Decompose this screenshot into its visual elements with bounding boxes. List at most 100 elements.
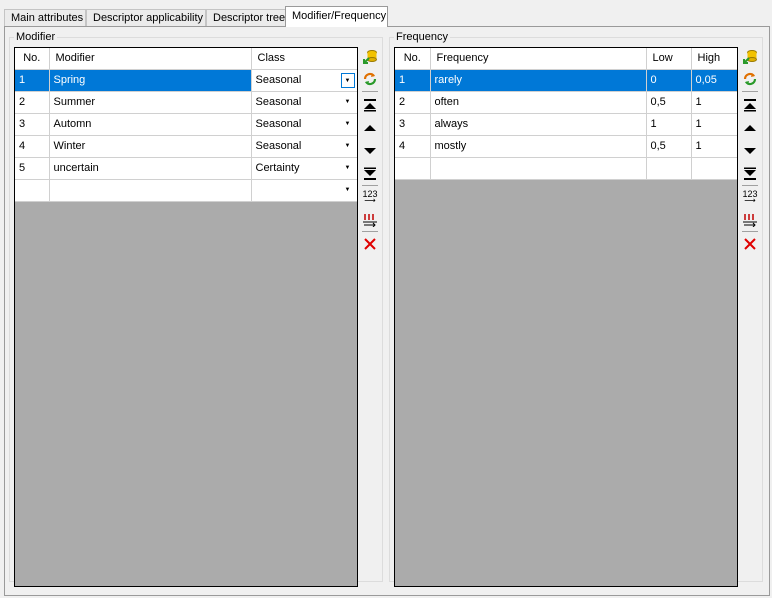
cell-frequency[interactable]: mostly — [430, 135, 647, 158]
column-header-frequency[interactable]: Frequency — [430, 48, 647, 70]
table-row[interactable]: 4 mostly 0,5 1 — [395, 135, 737, 158]
frequency-group-title: Frequency — [394, 31, 450, 43]
cell-class[interactable]: Certainty ▼ — [251, 157, 357, 180]
tab-page: Modifier No. Modifier Class 1 Spring Sea… — [4, 26, 770, 596]
tab-modifier-frequency[interactable]: Modifier/Frequency — [285, 6, 388, 27]
dropdown-arrow-icon[interactable]: ▼ — [340, 72, 355, 88]
database-import-icon[interactable] — [360, 48, 380, 66]
refresh-icon[interactable] — [740, 70, 760, 88]
new-row[interactable] — [395, 157, 737, 180]
cell-low[interactable] — [646, 157, 692, 180]
cell-frequency[interactable]: always — [430, 113, 647, 136]
cell-class[interactable]: ▼ — [251, 179, 357, 202]
frequency-header-row: No. Frequency Low High — [395, 48, 737, 70]
move-last-icon[interactable] — [740, 165, 760, 183]
cell-modifier[interactable]: Summer — [49, 91, 252, 114]
move-up-icon[interactable] — [360, 119, 380, 137]
renumber-icon[interactable]: 123 ⟶ — [360, 188, 380, 206]
cell-no[interactable]: 2 — [395, 91, 431, 114]
cell-high[interactable]: 0,05 — [691, 69, 737, 92]
cell-no[interactable]: 3 — [15, 113, 50, 136]
table-row[interactable]: 2 often 0,5 1 — [395, 91, 737, 114]
table-row[interactable]: 3 Automn Seasonal ▼ — [15, 113, 357, 136]
toolbar-separator — [362, 231, 378, 232]
cell-no[interactable]: 4 — [15, 135, 50, 158]
modifier-header-row: No. Modifier Class — [15, 48, 357, 70]
refresh-icon[interactable] — [360, 70, 380, 88]
cell-no[interactable]: 1 — [15, 69, 50, 92]
cell-class[interactable]: Seasonal ▼ — [251, 113, 357, 136]
cell-class[interactable]: Seasonal ▼ — [251, 91, 357, 114]
toolbar-separator — [362, 91, 378, 92]
tab-descriptor-tree[interactable]: Descriptor tree — [206, 9, 287, 26]
toolbar-separator — [742, 91, 758, 92]
table-row[interactable]: 2 Summer Seasonal ▼ — [15, 91, 357, 114]
database-import-icon[interactable] — [740, 48, 760, 66]
modifier-group-title: Modifier — [14, 31, 58, 43]
cell-no[interactable]: 2 — [15, 91, 50, 114]
move-up-icon[interactable] — [740, 119, 760, 137]
cell-no[interactable]: 3 — [395, 113, 431, 136]
move-down-icon[interactable] — [360, 142, 380, 160]
class-value: Seasonal — [255, 96, 302, 108]
cell-no[interactable] — [395, 157, 431, 180]
cell-modifier[interactable]: uncertain — [49, 157, 252, 180]
dropdown-arrow-icon[interactable]: ▼ — [341, 183, 355, 198]
cell-modifier[interactable] — [49, 179, 252, 202]
modifier-group: Modifier No. Modifier Class 1 Spring Sea… — [9, 31, 383, 587]
cell-high[interactable]: 1 — [691, 91, 737, 114]
cell-modifier[interactable]: Winter — [49, 135, 252, 158]
delete-icon[interactable] — [740, 235, 760, 253]
cell-no[interactable]: 4 — [395, 135, 431, 158]
delete-icon[interactable] — [360, 235, 380, 253]
cell-low[interactable]: 1 — [646, 113, 692, 136]
move-first-icon[interactable] — [740, 96, 760, 114]
column-header-high[interactable]: High — [691, 48, 737, 70]
cell-frequency[interactable] — [430, 157, 647, 180]
move-last-icon[interactable] — [360, 165, 380, 183]
toolbar-separator — [742, 231, 758, 232]
cell-no[interactable]: 1 — [395, 69, 431, 92]
dropdown-arrow-icon[interactable]: ▼ — [341, 161, 355, 176]
table-row[interactable]: 1 Spring Seasonal ▼ — [15, 69, 357, 92]
table-row[interactable]: 5 uncertain Certainty ▼ — [15, 157, 357, 180]
cell-high[interactable]: 1 — [691, 113, 737, 136]
column-header-modifier[interactable]: Modifier — [49, 48, 252, 70]
cell-class[interactable]: Seasonal ▼ — [251, 69, 357, 92]
cell-low[interactable]: 0,5 — [646, 135, 692, 158]
dropdown-arrow-icon[interactable]: ▼ — [341, 95, 355, 110]
frequency-grid[interactable]: No. Frequency Low High 1 rarely 0 0,05 2 — [394, 47, 738, 587]
class-value: Certainty — [255, 162, 300, 174]
sort-icon[interactable] — [360, 211, 380, 229]
cell-no[interactable] — [15, 179, 50, 202]
cell-modifier[interactable]: Spring — [49, 69, 252, 92]
cell-frequency[interactable]: often — [430, 91, 647, 114]
cell-high[interactable] — [691, 157, 737, 180]
tab-main-attributes[interactable]: Main attributes — [4, 9, 86, 26]
cell-frequency[interactable]: rarely — [430, 69, 647, 92]
cell-low[interactable]: 0 — [646, 69, 692, 92]
renumber-icon[interactable]: 123 ⟶ — [740, 188, 760, 206]
modifier-grid[interactable]: No. Modifier Class 1 Spring Seasonal ▼ 2 … — [14, 47, 358, 587]
column-header-no[interactable]: No. — [15, 48, 50, 70]
cell-class[interactable]: Seasonal ▼ — [251, 135, 357, 158]
table-row[interactable]: 1 rarely 0 0,05 — [395, 69, 737, 92]
dropdown-arrow-icon[interactable]: ▼ — [341, 117, 355, 132]
dropdown-arrow-icon[interactable]: ▼ — [341, 139, 355, 154]
cell-no[interactable]: 5 — [15, 157, 50, 180]
column-header-class[interactable]: Class — [251, 48, 357, 70]
cell-modifier[interactable]: Automn — [49, 113, 252, 136]
column-header-low[interactable]: Low — [646, 48, 692, 70]
class-value: Seasonal — [255, 118, 302, 130]
move-first-icon[interactable] — [360, 96, 380, 114]
table-row[interactable]: 4 Winter Seasonal ▼ — [15, 135, 357, 158]
new-row[interactable]: ▼ — [15, 179, 357, 202]
move-down-icon[interactable] — [740, 142, 760, 160]
sort-icon[interactable] — [740, 211, 760, 229]
frequency-group: Frequency No. Frequency Low High 1 rarel… — [389, 31, 763, 587]
cell-high[interactable]: 1 — [691, 135, 737, 158]
table-row[interactable]: 3 always 1 1 — [395, 113, 737, 136]
cell-low[interactable]: 0,5 — [646, 91, 692, 114]
tab-descriptor-applicability[interactable]: Descriptor applicability — [86, 9, 206, 26]
column-header-no[interactable]: No. — [395, 48, 431, 70]
